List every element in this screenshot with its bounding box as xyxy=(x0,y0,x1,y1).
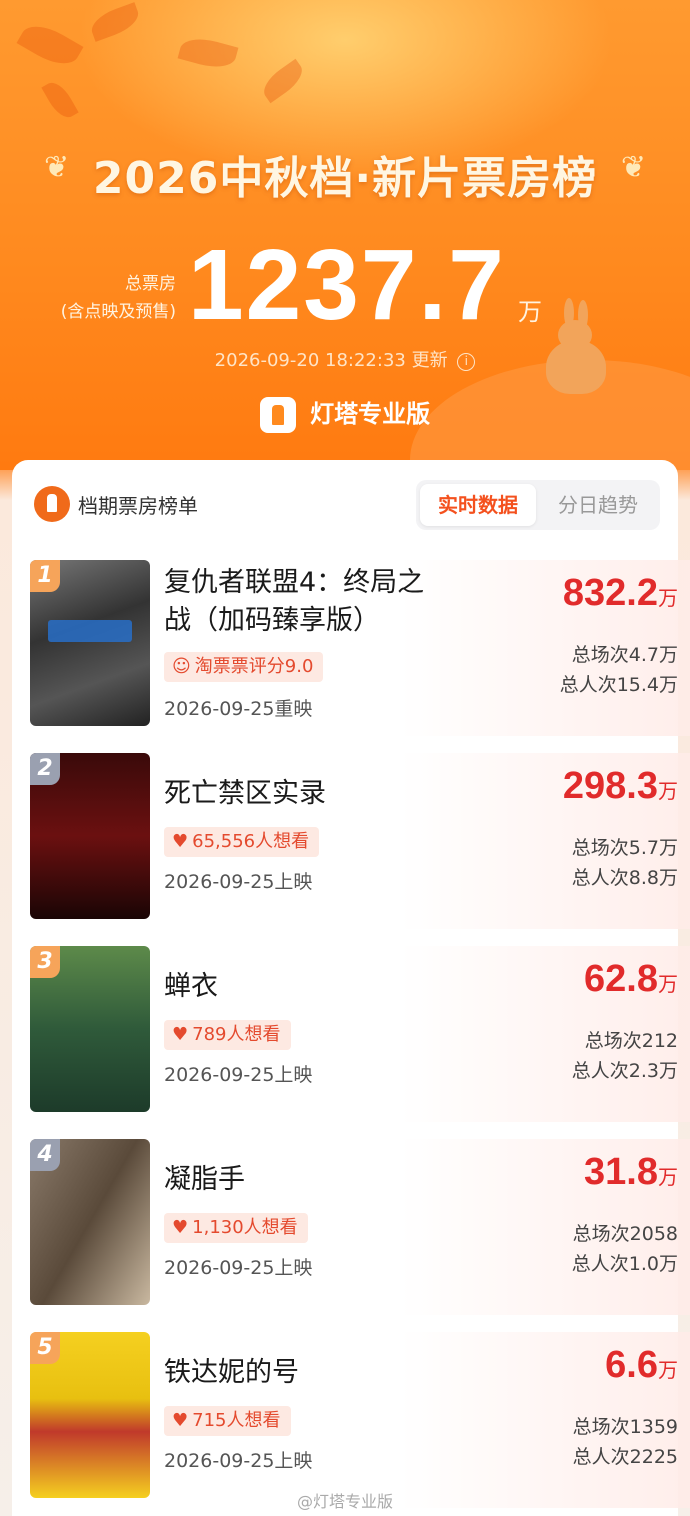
box-office-unit: 万 xyxy=(658,1358,678,1382)
total-shows: 总场次4.7万 xyxy=(571,644,678,666)
box-office-unit: 万 xyxy=(658,586,678,610)
update-time-text: 2026-09-20 18:22:33 更新 xyxy=(214,350,448,371)
tag-text: 65,556人想看 xyxy=(192,831,310,852)
want-to-see-tag: ♥ 65,556人想看 xyxy=(164,827,320,857)
leaf-decoration xyxy=(257,58,309,104)
movie-title: 蝉衣 xyxy=(164,971,218,1002)
release-date: 2026-09-25重映 xyxy=(164,698,313,720)
rank-badge: 3 xyxy=(30,946,60,978)
leaf-decoration xyxy=(87,2,143,42)
brand: 灯塔专业版 xyxy=(0,394,690,433)
ranking-card: 档期票房榜单 实时数据 分日趋势 1 复仇者联盟4：终局之战（加码臻享版） ☺ 淘… xyxy=(12,460,690,1516)
movie-title: 铁达妮的号 xyxy=(164,1357,299,1388)
card-title: 档期票房榜单 xyxy=(78,494,198,518)
leaf-decoration xyxy=(177,33,239,73)
total-box-office-value: 1237.7 xyxy=(188,229,506,341)
heart-icon: ♥ xyxy=(172,1410,189,1431)
box-office-unit: 万 xyxy=(658,972,678,996)
want-to-see-tag: ♥ 1,130人想看 xyxy=(164,1213,308,1243)
update-time: 2026-09-20 18:22:33 更新 i xyxy=(0,346,690,372)
want-to-see-tag: ♥ 715人想看 xyxy=(164,1406,291,1436)
rank-badge: 2 xyxy=(30,753,60,785)
heart-icon: ♥ xyxy=(172,831,189,852)
page-title: 2026中秋档·新片票房榜 xyxy=(92,153,598,204)
rating-tag: ☺ 淘票票评分9.0 xyxy=(164,652,324,682)
rank-badge: 1 xyxy=(30,560,60,592)
total-shows: 总场次1359 xyxy=(572,1416,678,1438)
box-office: 298.3万 xyxy=(563,765,678,808)
box-office-value: 298.3 xyxy=(562,765,658,807)
tab-realtime[interactable]: 实时数据 xyxy=(420,484,536,526)
tag-text: 1,130人想看 xyxy=(192,1217,298,1238)
brand-name: 灯塔专业版 xyxy=(310,400,431,428)
laurel-right-icon: ❦ xyxy=(620,150,646,185)
total-shows: 总场次2058 xyxy=(572,1223,678,1245)
list-item[interactable]: 1 复仇者联盟4：终局之战（加码臻享版） ☺ 淘票票评分9.0 2026-09-2… xyxy=(30,560,690,736)
total-viewers: 总人次8.8万 xyxy=(571,867,678,889)
list-item[interactable]: 2 死亡禁区实录 ♥ 65,556人想看 2026-09-25上映 298.3万 … xyxy=(30,753,690,929)
info-icon[interactable]: i xyxy=(457,353,476,371)
total-viewers: 总人次1.0万 xyxy=(571,1253,678,1275)
box-office: 62.8万 xyxy=(584,958,678,1001)
total-shows: 总场次212 xyxy=(584,1030,678,1052)
movie-title: 复仇者联盟4：终局之战（加码臻享版） xyxy=(164,567,425,636)
rank-badge: 5 xyxy=(30,1332,60,1364)
heart-icon: ♥ xyxy=(172,1217,189,1238)
release-date: 2026-09-25上映 xyxy=(164,1257,313,1279)
watermark: @灯塔专业版 xyxy=(296,1492,393,1511)
total-shows: 总场次5.7万 xyxy=(571,837,678,859)
movie-title: 死亡禁区实录 xyxy=(164,778,326,809)
tag-text: 789人想看 xyxy=(192,1024,281,1045)
movie-title: 凝脂手 xyxy=(164,1164,245,1195)
leaf-decoration xyxy=(41,77,79,123)
tab-group: 实时数据 分日趋势 xyxy=(416,480,660,530)
lighthouse-icon xyxy=(34,486,70,522)
tag-text: 715人想看 xyxy=(192,1410,281,1431)
total-viewers: 总人次15.4万 xyxy=(559,674,678,696)
rating-icon: ☺ xyxy=(172,656,191,677)
total-label-line1: 总票房 xyxy=(125,274,176,294)
want-to-see-tag: ♥ 789人想看 xyxy=(164,1020,291,1050)
heart-icon: ♥ xyxy=(172,1024,189,1045)
list-item[interactable]: 4 凝脂手 ♥ 1,130人想看 2026-09-25上映 31.8万 总场次20… xyxy=(30,1139,690,1315)
list-item[interactable]: 5 铁达妮的号 ♥ 715人想看 2026-09-25上映 6.6万 总场次135… xyxy=(30,1332,690,1508)
total-box-office-unit: 万 xyxy=(518,298,542,326)
release-date: 2026-09-25上映 xyxy=(164,871,313,893)
lighthouse-logo-icon xyxy=(259,397,296,433)
tag-text: 淘票票评分9.0 xyxy=(194,656,314,677)
leaf-decoration xyxy=(16,17,84,73)
box-office: 832.2万 xyxy=(563,572,678,615)
box-office-unit: 万 xyxy=(658,1165,678,1189)
total-box-office-label: 总票房 (含点映及预售) xyxy=(40,270,176,326)
box-office-value: 31.8 xyxy=(584,1151,658,1193)
release-date: 2026-09-25上映 xyxy=(164,1450,313,1472)
total-label-line2: (含点映及预售) xyxy=(60,302,176,322)
total-viewers: 总人次2.3万 xyxy=(571,1060,678,1082)
tab-daily-trend[interactable]: 分日趋势 xyxy=(540,484,656,526)
release-date: 2026-09-25上映 xyxy=(164,1064,313,1086)
box-office-value: 62.8 xyxy=(584,958,658,1000)
box-office-unit: 万 xyxy=(658,779,678,803)
total-viewers: 总人次2225 xyxy=(572,1446,678,1468)
rank-badge: 4 xyxy=(30,1139,60,1171)
box-office-value: 6.6 xyxy=(605,1344,658,1386)
box-office-value: 832.2 xyxy=(562,572,658,614)
box-office: 31.8万 xyxy=(584,1151,678,1194)
box-office: 6.6万 xyxy=(605,1344,678,1387)
list-item[interactable]: 3 蝉衣 ♥ 789人想看 2026-09-25上映 62.8万 总场次212 总… xyxy=(30,946,690,1122)
